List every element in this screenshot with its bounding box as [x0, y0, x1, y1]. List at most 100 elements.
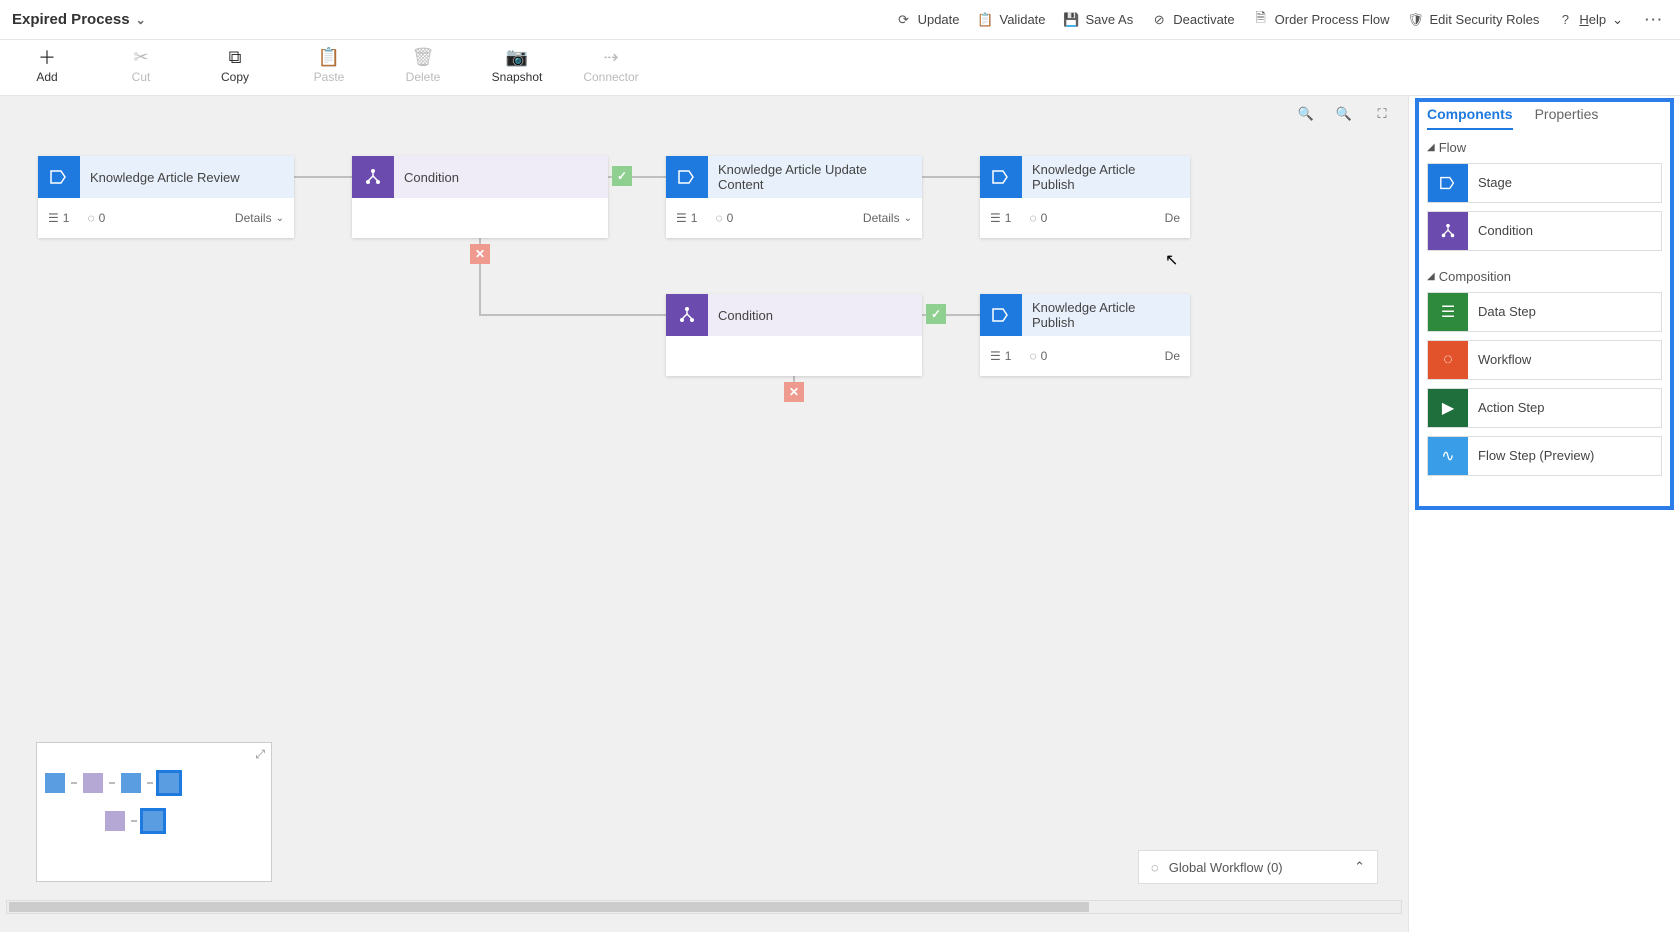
expand-icon[interactable]: ⤢: [255, 747, 265, 762]
trash-icon: 🗑: [412, 46, 434, 68]
details-toggle[interactable]: Details⌄: [863, 211, 912, 225]
global-workflow-bar[interactable]: ◌ Global Workflow (0) ⌃: [1138, 850, 1378, 884]
minimap[interactable]: ⤢: [36, 742, 272, 882]
chevron-down-icon: ⌄: [276, 213, 284, 224]
process-title-dropdown[interactable]: Expired Process ⌄: [12, 11, 146, 28]
workflow-icon: ◌: [1029, 211, 1036, 225]
workflow-icon: ◌: [1029, 349, 1036, 363]
connector-line: [479, 314, 666, 316]
save-as-button[interactable]: 💾 Save As: [1064, 12, 1134, 28]
workflow-icon: ◌: [715, 211, 722, 225]
delete-button[interactable]: 🗑 Delete: [396, 46, 450, 84]
paste-button[interactable]: 📋 Paste: [302, 46, 356, 84]
component-label: Stage: [1468, 175, 1522, 191]
section-flow-header[interactable]: ◢ Flow: [1427, 140, 1662, 155]
connector-icon: ⇢: [600, 46, 622, 68]
component-workflow[interactable]: ◌ Workflow: [1427, 340, 1662, 380]
node-title: Knowledge Article Publish: [1022, 156, 1190, 198]
triangle-down-icon: ◢: [1427, 142, 1435, 153]
snapshot-button[interactable]: 📷 Snapshot: [490, 46, 544, 84]
component-data-step[interactable]: ☰ Data Step: [1427, 292, 1662, 332]
minimap-condition-icon: [105, 811, 125, 831]
component-label: Condition: [1468, 223, 1543, 239]
stage-node-publish-1[interactable]: Knowledge Article Publish ☰1 ◌0 De: [980, 156, 1190, 238]
cut-button[interactable]: ✂ Cut: [114, 46, 168, 84]
section-composition-label: Composition: [1439, 269, 1511, 284]
details-toggle[interactable]: De: [1165, 211, 1180, 225]
section-composition-header[interactable]: ◢ Composition: [1427, 269, 1662, 284]
component-action-step[interactable]: ▶ Action Step: [1427, 388, 1662, 428]
node-title: Knowledge Article Publish: [1022, 294, 1190, 336]
order-process-button[interactable]: 🗎 Order Process Flow: [1253, 12, 1390, 28]
tab-properties[interactable]: Properties: [1535, 106, 1599, 130]
stage-node-update[interactable]: Knowledge Article Update Content ☰1 ◌0 D…: [666, 156, 922, 238]
connector-label: Connector: [583, 70, 638, 84]
chevron-down-icon: ⌄: [904, 213, 912, 224]
ribbon-toolbar: ＋ Add ✂ Cut ⧉ Copy 📋 Paste 🗑 Delete 📷 Sn…: [0, 40, 1680, 96]
security-icon: 🛡: [1408, 12, 1424, 28]
connector-line: [922, 176, 980, 178]
details-toggle[interactable]: De: [1165, 349, 1180, 363]
steps-icon: ☰: [990, 349, 1001, 363]
node-title: Knowledge Article Review: [80, 156, 294, 198]
scrollbar-thumb[interactable]: [9, 902, 1089, 912]
component-label: Flow Step (Preview): [1468, 448, 1604, 464]
help-button[interactable]: ? Help ⌄: [1557, 12, 1623, 28]
connector-line: [294, 176, 352, 178]
component-label: Action Step: [1468, 400, 1555, 416]
stage-icon: [1428, 164, 1468, 202]
tab-components[interactable]: Components: [1427, 106, 1513, 130]
update-label: Update: [918, 12, 960, 27]
top-bar: Expired Process ⌄ ⟳ Update 📋 Validate 💾 …: [0, 0, 1680, 40]
condition-node-1[interactable]: Condition: [352, 156, 608, 238]
scissors-icon: ✂: [130, 46, 152, 68]
steps-icon: ☰: [676, 211, 687, 225]
copy-button[interactable]: ⧉ Copy: [208, 46, 262, 84]
deactivate-button[interactable]: ⊘ Deactivate: [1151, 12, 1234, 28]
details-toggle[interactable]: Details⌄: [235, 211, 284, 225]
node-title: Knowledge Article Update Content: [708, 156, 922, 198]
component-flow-step[interactable]: ∿ Flow Step (Preview): [1427, 436, 1662, 476]
validate-button[interactable]: 📋 Validate: [978, 12, 1046, 28]
deactivate-label: Deactivate: [1173, 12, 1234, 27]
add-button[interactable]: ＋ Add: [20, 46, 74, 84]
clipboard-icon: 📋: [978, 12, 994, 28]
fit-screen-button[interactable]: ⛶: [1372, 104, 1392, 124]
node-title: Condition: [394, 156, 608, 198]
chevron-down-icon: ⌄: [136, 13, 146, 27]
canvas-tools: 🔍 🔍 ⛶: [1296, 104, 1392, 124]
stage-node-publish-2[interactable]: Knowledge Article Publish ☰1 ◌0 De: [980, 294, 1190, 376]
component-condition[interactable]: Condition: [1427, 211, 1662, 251]
save-as-label: Save As: [1086, 12, 1134, 27]
horizontal-scrollbar[interactable]: [6, 900, 1402, 914]
node-title: Condition: [708, 294, 922, 336]
condition-node-2[interactable]: Condition: [666, 294, 922, 376]
component-label: Data Step: [1468, 304, 1546, 320]
condition-icon: [352, 156, 394, 198]
more-actions-button[interactable]: ···: [1641, 12, 1668, 27]
paste-label: Paste: [314, 70, 345, 84]
minimap-condition-icon: [83, 773, 103, 793]
chevron-down-icon: ⌄: [1612, 12, 1623, 28]
top-action-bar: ⟳ Update 📋 Validate 💾 Save As ⊘ Deactiva…: [896, 12, 1668, 28]
stage-icon: [666, 156, 708, 198]
canvas[interactable]: 🔍 🔍 ⛶ ✓ ✕ ✓ ✕ Knowledge Article Review: [0, 96, 1408, 932]
condition-icon: [1428, 212, 1468, 250]
steps-icon: ☰: [48, 211, 59, 225]
component-stage[interactable]: Stage: [1427, 163, 1662, 203]
delete-label: Delete: [406, 70, 441, 84]
help-label: Help: [1579, 12, 1606, 27]
security-label: Edit Security Roles: [1430, 12, 1540, 27]
workflow-icon: ◌: [87, 211, 94, 225]
copy-icon: ⧉: [224, 46, 246, 68]
zoom-out-button[interactable]: 🔍: [1334, 104, 1354, 124]
update-button[interactable]: ⟳ Update: [896, 12, 960, 28]
stage-node-review[interactable]: Knowledge Article Review ☰1 ◌0 Details⌄: [38, 156, 294, 238]
sidepanel-tabs: Components Properties: [1409, 96, 1680, 130]
edit-security-button[interactable]: 🛡 Edit Security Roles: [1408, 12, 1540, 28]
zoom-in-button[interactable]: 🔍: [1296, 104, 1316, 124]
connector-button[interactable]: ⇢ Connector: [584, 46, 638, 84]
copy-label: Copy: [221, 70, 249, 84]
main-area: 🔍 🔍 ⛶ ✓ ✕ ✓ ✕ Knowledge Article Review: [0, 96, 1680, 932]
mouse-cursor-icon: ↖: [1165, 250, 1178, 270]
